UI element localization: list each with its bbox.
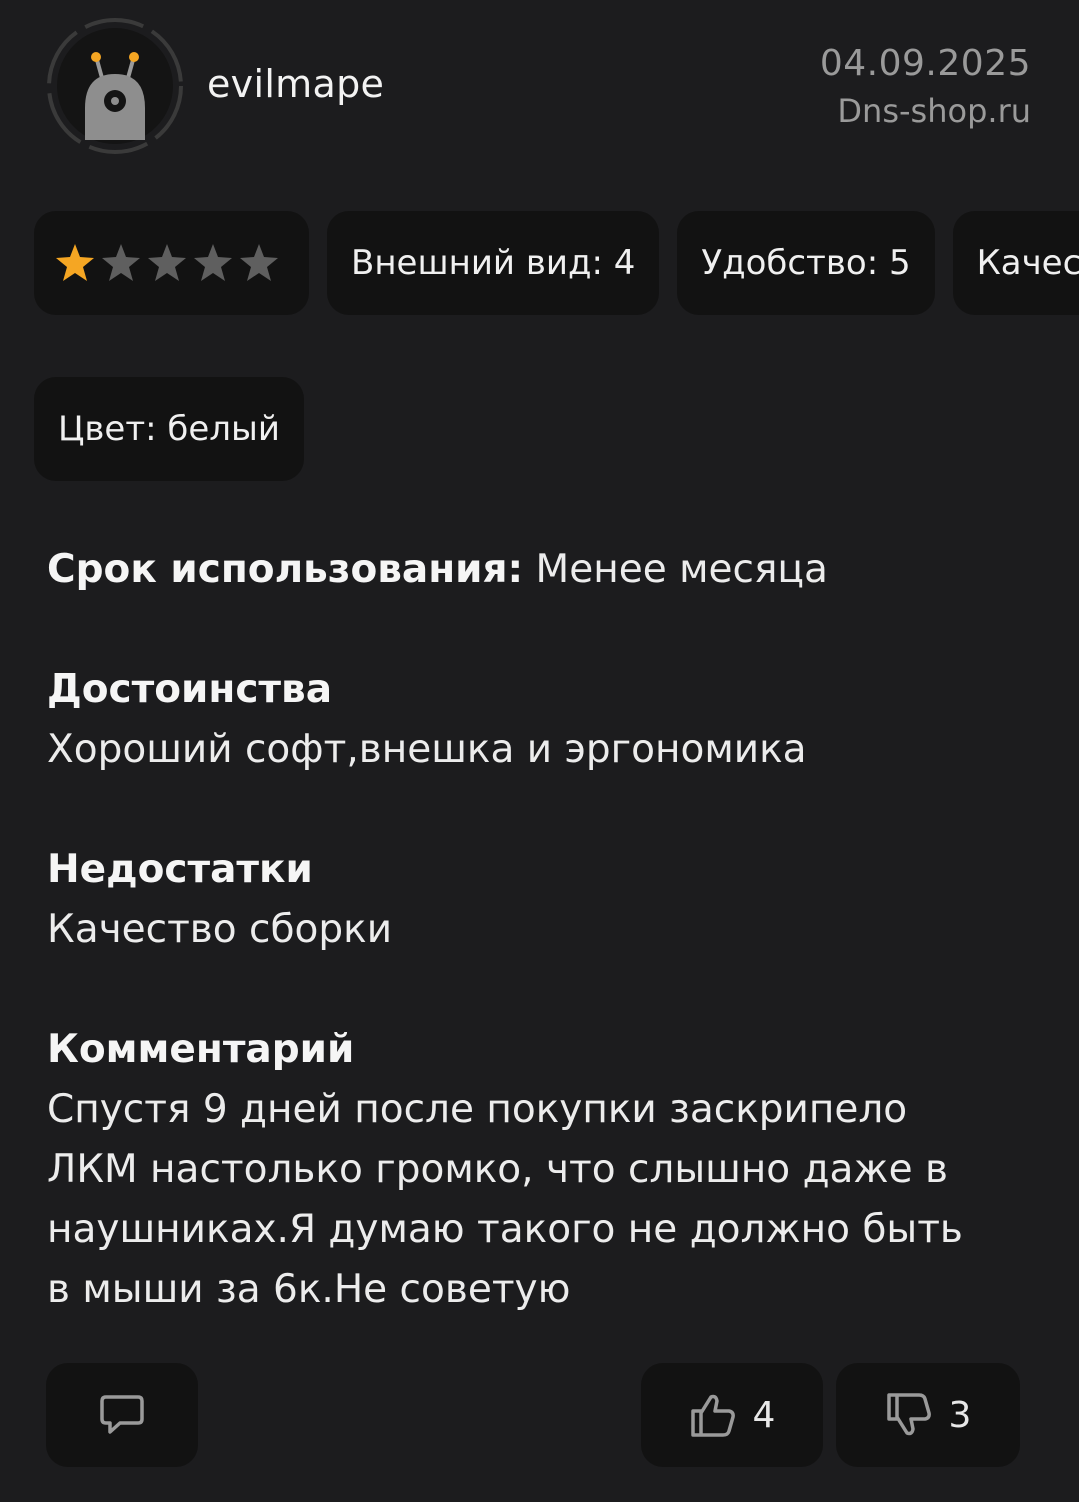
cons-text: Качество сборки [47, 907, 393, 952]
speech-bubble-icon [100, 1395, 144, 1434]
review-date: 04.09.2025 [819, 43, 1031, 84]
like-count: 4 [752, 1394, 776, 1436]
rating-stars [34, 211, 309, 315]
review-meta: 04.09.2025 Dns-shop.ru [820, 42, 1031, 136]
star-empty-icon [102, 244, 140, 281]
ratings-chips: Внешний вид: 4Удобство: 5Качество [34, 211, 1079, 315]
star-empty-icon [148, 244, 186, 281]
avatar[interactable] [45, 16, 185, 156]
dislike-button[interactable]: 3 [836, 1363, 1020, 1467]
alien-avatar-icon [47, 18, 183, 154]
reply-button[interactable] [46, 1363, 198, 1467]
chip-color: Цвет: белый [34, 377, 304, 481]
like-button[interactable]: 4 [641, 1363, 823, 1467]
star-filled-icon [56, 244, 94, 281]
review-header: evilmape 04.09.2025 Dns-shop.ru [0, 0, 1079, 170]
thumbs-down-icon [886, 1393, 931, 1436]
cons-section: Недостатки Качество сборки [47, 840, 1047, 960]
chip-quality: Качество [952, 211, 1079, 315]
usage-value: Менее месяца [523, 547, 828, 592]
usage-period: Срок использования: Менее месяца [47, 540, 1047, 600]
cons-title: Недостатки [47, 847, 313, 892]
chip-appearance: Внешний вид: 4 [327, 211, 660, 315]
review-body: Срок использования: Менее месяца Достоин… [47, 540, 1047, 1320]
chip-comfort: Удобство: 5 [677, 211, 935, 315]
star-empty-icon [194, 244, 232, 281]
comment-text: Спустя 9 дней после покупки заскрипело Л… [47, 1087, 963, 1312]
pros-title: Достоинства [47, 667, 333, 712]
author-name[interactable]: evilmape [207, 62, 384, 106]
pros-section: Достоинства Хороший софт,внешка и эргоно… [47, 660, 1047, 780]
comment-title: Комментарий [47, 1027, 355, 1072]
star-empty-icon [240, 244, 278, 281]
usage-label: Срок использования: [47, 547, 524, 592]
thumbs-up-icon [690, 1394, 735, 1437]
comment-section: Комментарий Спустя 9 дней после покупки … [47, 1020, 1047, 1320]
dislike-count: 3 [948, 1394, 972, 1436]
stars-wrap [54, 211, 289, 315]
pros-text: Хороший софт,внешка и эргономика [47, 727, 807, 772]
review-source: Dns-shop.ru [837, 92, 1031, 130]
